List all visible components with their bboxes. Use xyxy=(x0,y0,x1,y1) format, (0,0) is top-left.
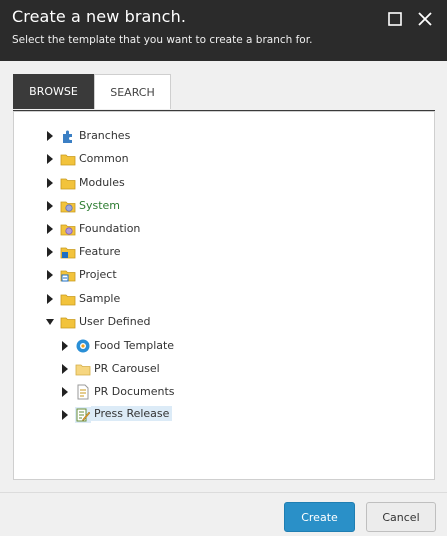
folder-icon xyxy=(60,291,76,307)
expand-arrow-icon[interactable] xyxy=(62,364,68,374)
branches-puzzle-icon xyxy=(60,128,76,144)
tree-node-label: PR Carousel xyxy=(94,362,160,375)
dialog-title: Create a new branch. xyxy=(12,7,186,26)
foundation-folder-icon xyxy=(60,221,76,237)
tree-node-label: System xyxy=(79,199,121,212)
tree-node-label: Feature xyxy=(79,245,121,258)
tree-node-label: Press Release xyxy=(91,406,173,421)
tree-node-user-defined[interactable]: User Defined xyxy=(44,313,194,331)
cancel-button[interactable]: Cancel xyxy=(366,502,436,532)
template-icon xyxy=(75,338,91,354)
close-icon[interactable] xyxy=(416,10,434,28)
tree-node-label: Foundation xyxy=(79,222,141,235)
tree-node-sample[interactable]: Sample xyxy=(44,290,194,308)
tree-node-feature[interactable]: Feature xyxy=(44,243,194,261)
tree-node-modules[interactable]: Modules xyxy=(44,174,194,192)
tab-strip: BROWSE SEARCH xyxy=(13,74,435,112)
project-folder-icon xyxy=(60,267,76,283)
dialog-body: BROWSE SEARCH Branches Common Modules Sy… xyxy=(0,61,447,492)
tree-node-label: User Defined xyxy=(79,315,151,328)
tree-node-project[interactable]: Project xyxy=(44,266,194,284)
tree-node-common[interactable]: Common xyxy=(44,150,194,168)
tree-node-food-template[interactable]: Food Template xyxy=(59,337,219,355)
document-icon xyxy=(75,384,91,400)
tree-node-press-release[interactable]: Press Release xyxy=(59,406,219,424)
expand-arrow-icon[interactable] xyxy=(47,247,53,257)
system-folder-icon xyxy=(60,198,76,214)
expand-arrow-icon[interactable] xyxy=(47,178,53,188)
collapse-arrow-icon[interactable] xyxy=(46,319,54,325)
expand-arrow-icon[interactable] xyxy=(62,410,68,420)
dialog-footer: Create Cancel xyxy=(0,492,447,536)
folder-icon xyxy=(60,314,76,330)
dialog-titlebar: Create a new branch. Select the template… xyxy=(0,0,447,61)
expand-arrow-icon[interactable] xyxy=(62,387,68,397)
tree-node-label: PR Documents xyxy=(94,385,175,398)
tree-node-system[interactable]: System xyxy=(44,197,194,215)
tab-search[interactable]: SEARCH xyxy=(94,74,171,109)
folder-icon xyxy=(60,175,76,191)
tree-node-foundation[interactable]: Foundation xyxy=(44,220,194,238)
tree-node-label: Project xyxy=(79,268,117,281)
tree-node-label: Food Template xyxy=(94,339,175,352)
template-tree: Branches Common Modules System Foundatio… xyxy=(13,111,435,480)
expand-arrow-icon[interactable] xyxy=(47,154,53,164)
feature-folder-icon xyxy=(60,244,76,260)
expand-arrow-icon[interactable] xyxy=(62,341,68,351)
expand-arrow-icon[interactable] xyxy=(47,270,53,280)
expand-arrow-icon[interactable] xyxy=(47,224,53,234)
tree-node-label: Branches xyxy=(79,129,131,142)
folder-icon xyxy=(60,151,76,167)
folder-icon xyxy=(75,361,91,377)
tree-node-label: Common xyxy=(79,152,129,165)
expand-arrow-icon[interactable] xyxy=(47,131,53,141)
tree-node-pr-documents[interactable]: PR Documents xyxy=(59,383,219,401)
tab-browse[interactable]: BROWSE xyxy=(13,74,94,109)
maximize-icon[interactable] xyxy=(386,10,404,28)
dialog-subtitle: Select the template that you want to cre… xyxy=(12,34,313,46)
tree-node-label: Sample xyxy=(79,292,121,305)
expand-arrow-icon[interactable] xyxy=(47,201,53,211)
press-release-icon xyxy=(75,407,91,423)
create-button[interactable]: Create xyxy=(284,502,355,532)
expand-arrow-icon[interactable] xyxy=(47,294,53,304)
tree-node-branches[interactable]: Branches xyxy=(44,127,194,145)
tree-node-label: Modules xyxy=(79,176,125,189)
tree-node-pr-carousel[interactable]: PR Carousel xyxy=(59,360,219,378)
